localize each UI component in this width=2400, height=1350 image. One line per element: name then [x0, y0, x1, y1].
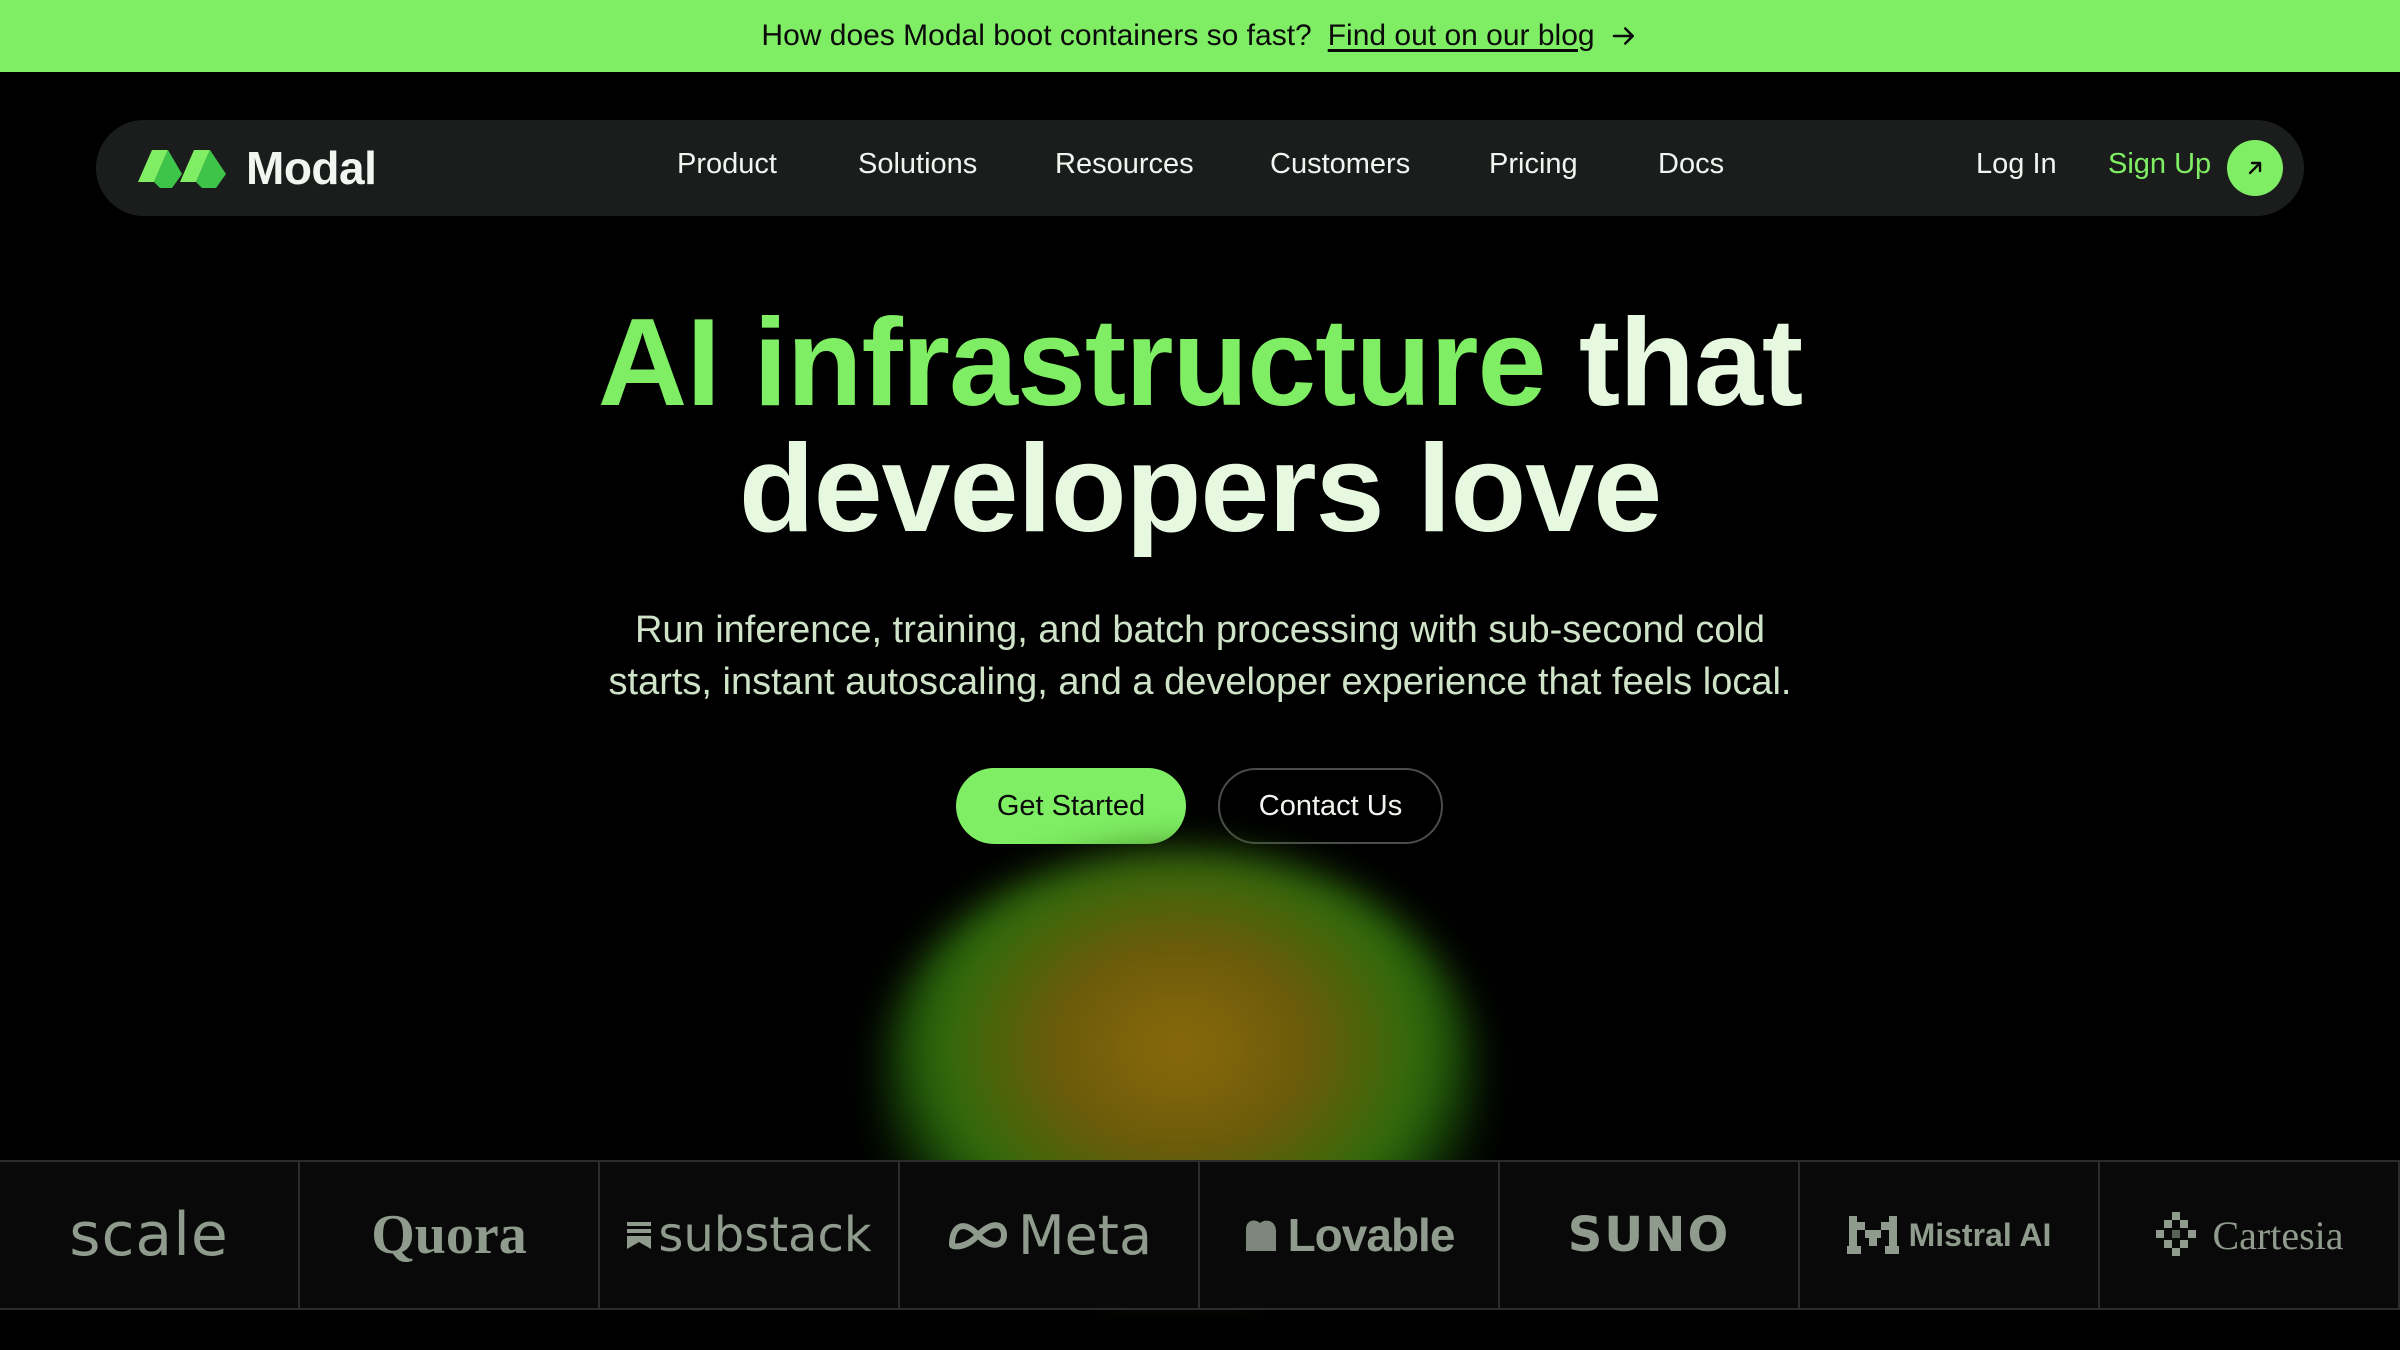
- logo-quora: Quora: [300, 1162, 600, 1308]
- logo-scale: scale: [0, 1162, 300, 1308]
- arrow-right-icon[interactable]: [1609, 21, 1639, 51]
- hero-headline: AI infrastructure that developers love: [0, 300, 2400, 552]
- page: How does Modal boot containers so fast? …: [0, 0, 2400, 1350]
- nav-item-product[interactable]: Product: [677, 148, 777, 181]
- logo-substack: substack: [600, 1162, 900, 1308]
- substack-icon: [627, 1222, 652, 1249]
- logo-lovable-text: Lovable: [1287, 1209, 1456, 1261]
- signup-link[interactable]: Sign Up: [2108, 148, 2211, 181]
- subtext-line2: starts, instant autoscaling, and a devel…: [608, 661, 1792, 703]
- headline-line2: developers love: [738, 420, 1662, 558]
- logo-suno: SUNO: [1500, 1162, 1800, 1308]
- contact-us-button[interactable]: Contact Us: [1218, 768, 1443, 844]
- customer-logo-strip: scale Quora substack Meta Lovable SUNO M…: [0, 1160, 2400, 1310]
- hero-subtext: Run inference, training, and batch proce…: [500, 604, 1900, 708]
- banner-blog-link[interactable]: Find out on our blog: [1328, 19, 1595, 53]
- cartesia-pixel-icon: [2156, 1212, 2197, 1256]
- nav-item-resources[interactable]: Resources: [1055, 148, 1194, 181]
- logo-substack-text: substack: [658, 1207, 872, 1263]
- logo-meta-text: Meta: [1017, 1203, 1153, 1267]
- subtext-line1: Run inference, training, and batch proce…: [634, 609, 1766, 651]
- nav-item-solutions[interactable]: Solutions: [858, 148, 977, 181]
- logo-mistral-text: Mistral AI: [1908, 1216, 2052, 1253]
- logo-quora-text: Quora: [371, 1204, 527, 1266]
- banner-question: How does Modal boot containers so fast?: [761, 19, 1312, 52]
- login-link[interactable]: Log In: [1976, 148, 2057, 181]
- logo-cartesia-text: Cartesia: [2212, 1212, 2344, 1258]
- logo-cartesia: Cartesia: [2100, 1162, 2400, 1308]
- logo-mistral: Mistral AI: [1800, 1162, 2100, 1308]
- mistral-m-icon: [1846, 1216, 1899, 1254]
- logo-lovable: Lovable: [1200, 1162, 1500, 1308]
- nav-item-pricing[interactable]: Pricing: [1489, 148, 1578, 181]
- logo-meta: Meta: [900, 1162, 1200, 1308]
- headline-accent: AI infrastructure: [597, 294, 1547, 432]
- nav-item-customers[interactable]: Customers: [1270, 148, 1410, 181]
- get-started-button[interactable]: Get Started: [956, 768, 1186, 844]
- lovable-heart-icon: [1245, 1220, 1276, 1251]
- announcement-banner: How does Modal boot containers so fast? …: [0, 0, 2400, 72]
- arrow-up-right-icon[interactable]: [2227, 140, 2283, 196]
- logo-scale-text: scale: [69, 1200, 229, 1270]
- headline-rest: that: [1545, 294, 1803, 432]
- logo-suno-text: SUNO: [1567, 1207, 1731, 1263]
- meta-infinity-icon: [948, 1222, 1007, 1250]
- main-navbar: Modal Product Solutions Resources Custom…: [96, 120, 2304, 216]
- nav-item-docs[interactable]: Docs: [1658, 148, 1724, 181]
- nav-menu: Product Solutions Resources Customers Pr…: [96, 120, 2304, 216]
